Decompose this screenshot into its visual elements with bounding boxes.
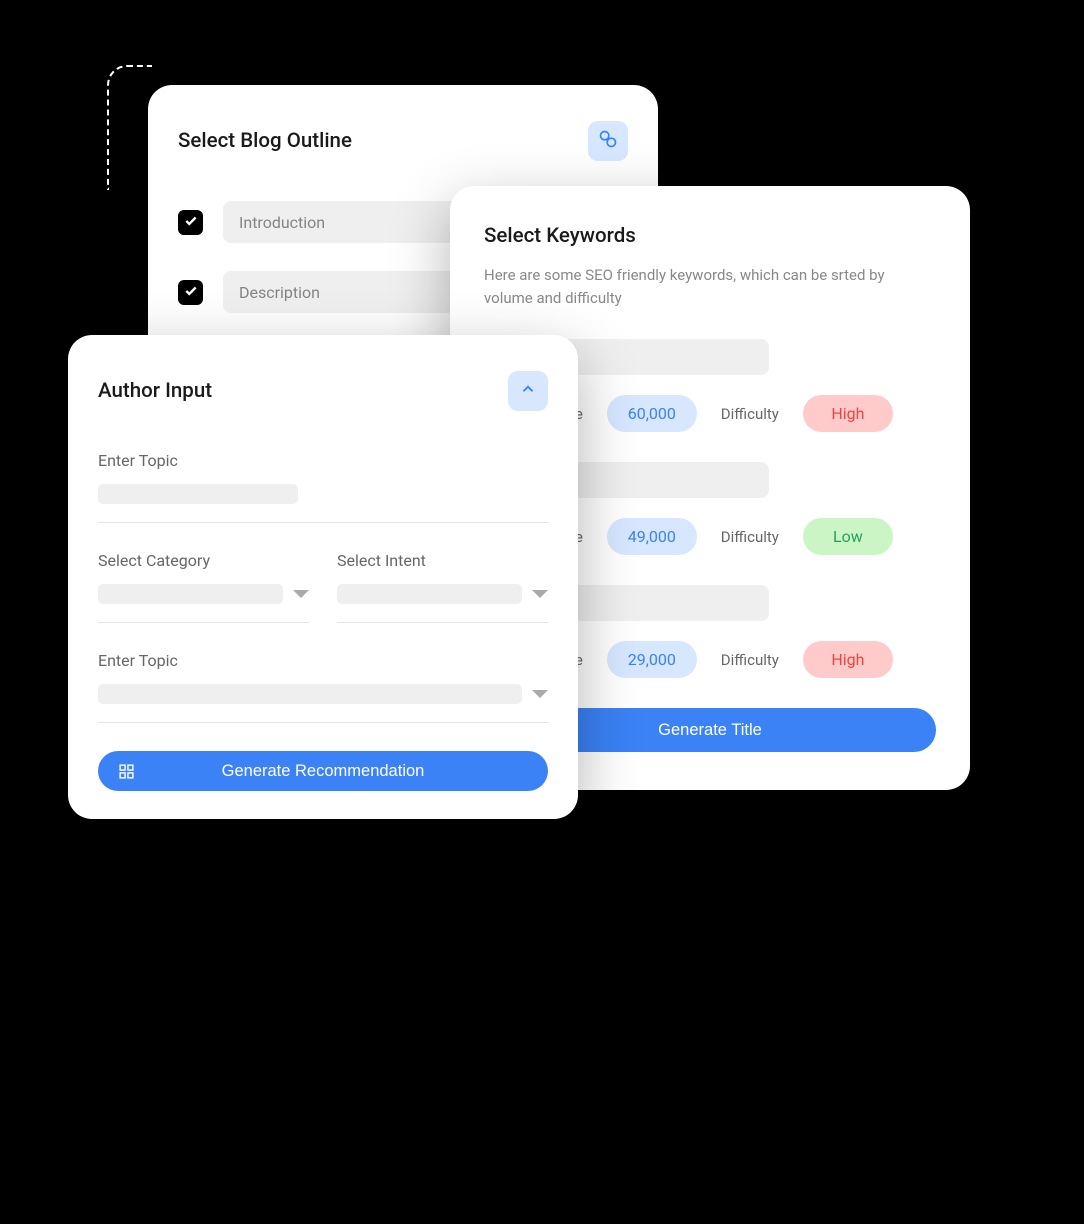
category-select[interactable] xyxy=(98,584,309,604)
outline-settings-button[interactable] xyxy=(588,121,628,161)
decorative-dashed-border xyxy=(107,65,152,190)
intent-select[interactable] xyxy=(337,584,548,604)
generate-recommendation-button[interactable]: Generate Recommendation xyxy=(98,751,548,791)
intent-label: Select Intent xyxy=(337,551,548,570)
category-value-placeholder xyxy=(98,584,283,604)
outline-input-label: Introduction xyxy=(239,213,325,232)
topic-label: Enter Topic xyxy=(98,451,548,470)
difficulty-pill: High xyxy=(803,395,893,432)
difficulty-pill: High xyxy=(803,641,893,678)
collapse-button[interactable] xyxy=(508,371,548,411)
check-icon xyxy=(184,213,198,232)
generate-recommendation-label: Generate Recommendation xyxy=(222,762,425,781)
topic2-select[interactable] xyxy=(98,684,548,704)
topic2-label: Enter Topic xyxy=(98,651,548,670)
volume-pill: 49,000 xyxy=(607,518,697,555)
outline-checkbox[interactable] xyxy=(178,210,203,235)
difficulty-label: Difficulty xyxy=(721,651,779,669)
outline-checkbox[interactable] xyxy=(178,280,203,305)
check-icon xyxy=(184,283,198,302)
difficulty-label: Difficulty xyxy=(721,405,779,423)
topic2-value-placeholder xyxy=(98,684,522,704)
chevron-up-icon xyxy=(519,380,537,402)
chevron-down-icon xyxy=(532,590,548,598)
category-label: Select Category xyxy=(98,551,309,570)
keywords-title: Select Keywords xyxy=(484,224,936,248)
difficulty-pill: Low xyxy=(803,518,893,555)
chevron-down-icon xyxy=(293,590,309,598)
difficulty-label: Difficulty xyxy=(721,528,779,546)
generate-title-label: Generate Title xyxy=(658,721,762,740)
keywords-subtitle: Here are some SEO friendly keywords, whi… xyxy=(484,264,936,309)
author-input-card: Author Input Enter Topic Select Category… xyxy=(68,335,578,819)
chevron-down-icon xyxy=(532,690,548,698)
author-input-title: Author Input xyxy=(98,379,212,403)
volume-pill: 60,000 xyxy=(607,395,697,432)
intent-value-placeholder xyxy=(337,584,522,604)
blog-outline-title: Select Blog Outline xyxy=(178,129,352,153)
volume-pill: 29,000 xyxy=(607,641,697,678)
topic-input[interactable] xyxy=(98,484,298,504)
outline-input-label: Description xyxy=(239,283,320,302)
swap-icon xyxy=(598,129,618,153)
grid-icon xyxy=(118,763,135,780)
